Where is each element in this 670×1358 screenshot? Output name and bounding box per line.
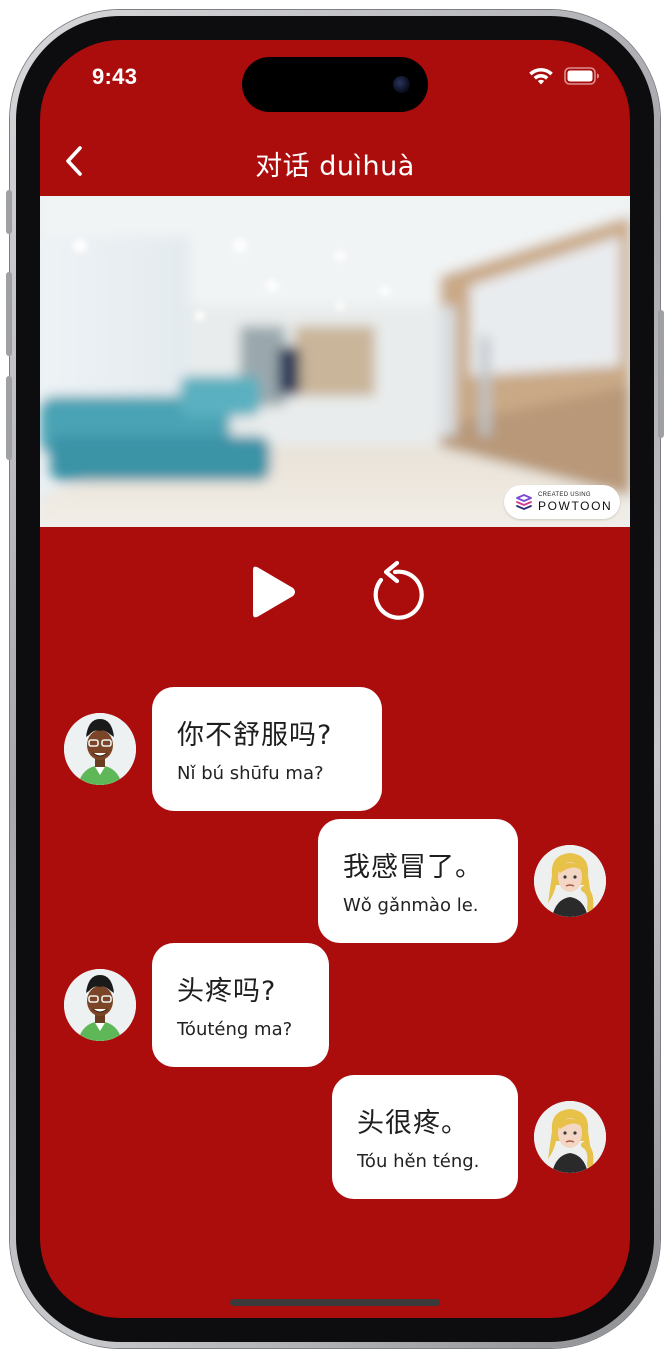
play-button[interactable] <box>245 562 301 622</box>
message-pinyin: Tóu hěn téng. <box>357 1151 480 1172</box>
watermark-brand: POWTOON <box>538 499 613 513</box>
man-avatar-icon <box>64 969 136 1041</box>
app-screen: 9:43 对话 duìhuà CREATED USING POWTOON 你不舒… <box>40 40 630 1318</box>
battery-icon <box>564 67 599 85</box>
replay-button[interactable] <box>362 560 426 624</box>
nav-header: 对话 duìhuà <box>40 130 630 196</box>
avatar-woman <box>534 1101 606 1173</box>
woman-avatar-icon <box>534 845 606 917</box>
message-pinyin: Nǐ bú shūfu ma? <box>177 763 324 784</box>
power-button <box>658 310 664 438</box>
woman-avatar-icon <box>534 1101 606 1173</box>
dynamic-island <box>242 57 428 112</box>
message-hanzi: 你不舒服吗? <box>177 720 333 751</box>
status-icons <box>528 66 600 86</box>
message-bubble-1[interactable]: 你不舒服吗? Nǐ bú shūfu ma? <box>152 687 382 811</box>
avatar-man <box>64 969 136 1041</box>
status-time: 9:43 <box>92 64 138 89</box>
play-icon <box>253 566 295 618</box>
message-bubble-2[interactable]: 我感冒了。 Wǒ gǎnmào le. <box>318 819 518 943</box>
message-hanzi: 头很疼。 <box>357 1108 469 1139</box>
volume-down-button <box>6 376 12 460</box>
message-hanzi: 头疼吗? <box>177 976 277 1007</box>
message-hanzi: 我感冒了。 <box>343 852 483 883</box>
message-bubble-4[interactable]: 头很疼。 Tóu hěn téng. <box>332 1075 518 1199</box>
silent-switch <box>6 190 12 234</box>
avatar-man <box>64 713 136 785</box>
message-pinyin: Wǒ gǎnmào le. <box>343 895 479 916</box>
avatar-woman <box>534 845 606 917</box>
replay-icon <box>373 560 424 620</box>
volume-up-button <box>6 272 12 356</box>
watermark-caption: CREATED USING <box>538 492 591 498</box>
powtoon-logo-icon <box>516 494 532 510</box>
playback-controls <box>40 550 630 640</box>
message-pinyin: Tóuténg ma? <box>177 1019 293 1040</box>
home-indicator[interactable] <box>230 1299 440 1306</box>
wifi-icon <box>529 67 553 85</box>
video-frame-hospital-corridor <box>40 196 630 527</box>
message-bubble-3[interactable]: 头疼吗? Tóuténg ma? <box>152 943 329 1067</box>
page-title: 对话 duìhuà <box>255 151 415 182</box>
man-avatar-icon <box>64 713 136 785</box>
powtoon-watermark: CREATED USING POWTOON <box>504 485 620 519</box>
video-player[interactable]: CREATED USING POWTOON <box>40 196 630 527</box>
front-camera <box>393 76 410 93</box>
